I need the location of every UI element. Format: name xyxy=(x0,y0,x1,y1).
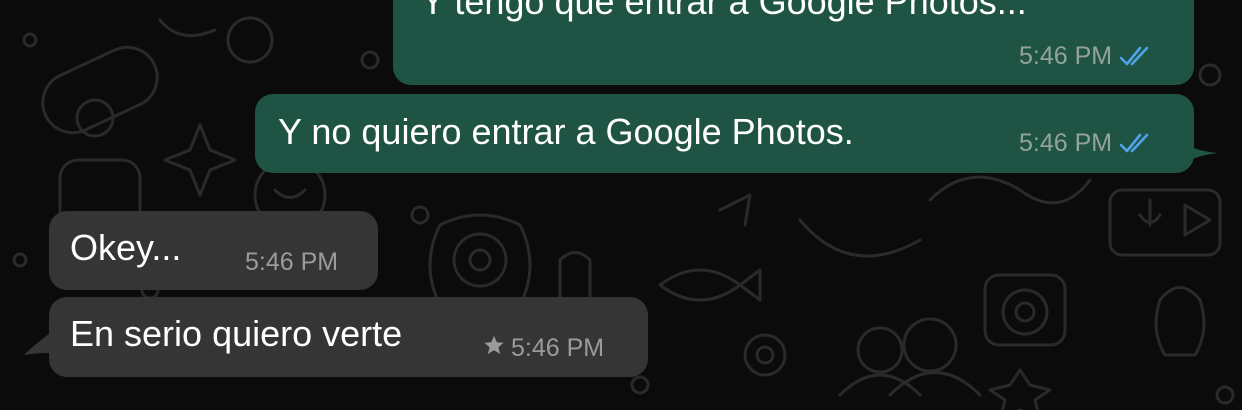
message-text: En serio quiero verte xyxy=(70,313,403,354)
message-meta: 5:46 PM xyxy=(245,248,338,276)
message-meta: 5:46 PM xyxy=(1019,42,1152,70)
message-bubble-outgoing[interactable]: Y tengo que entrar a Google Photos... 5:… xyxy=(393,0,1194,85)
double-check-read-icon xyxy=(1118,132,1152,154)
message-meta: 5:46 PM xyxy=(1019,129,1152,157)
message-bubble-incoming[interactable]: En serio quiero verte 5:46 PM xyxy=(49,297,648,377)
double-check-read-icon xyxy=(1118,45,1152,67)
message-meta: 5:46 PM xyxy=(483,334,604,362)
message-text: Y tengo que entrar a Google Photos... xyxy=(421,0,1027,22)
star-icon xyxy=(483,334,505,362)
message-time: 5:46 PM xyxy=(245,248,339,276)
message-text: Okey... xyxy=(70,227,182,268)
message-text: Y no quiero entrar a Google Photos. xyxy=(278,111,854,152)
message-time: 5:46 PM xyxy=(511,334,605,362)
message-time: 5:46 PM xyxy=(1019,42,1113,70)
message-bubble-incoming[interactable]: Okey... 5:46 PM xyxy=(49,211,378,290)
message-time: 5:46 PM xyxy=(1019,129,1113,157)
message-bubble-outgoing[interactable]: Y no quiero entrar a Google Photos. 5:46… xyxy=(255,94,1194,173)
